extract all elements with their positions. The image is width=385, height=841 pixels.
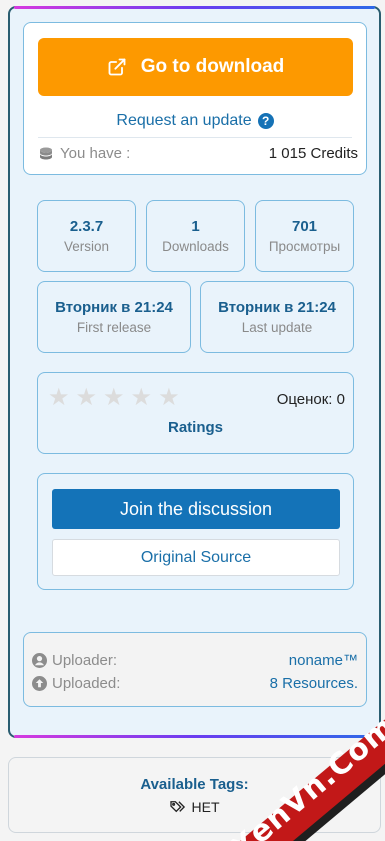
star-icon[interactable]: ★ — [131, 386, 153, 410]
uploader-card: Uploader: noname™ Uploaded: 8 Resources. — [23, 632, 367, 707]
uploaded-resources-link[interactable]: 8 Resources. — [270, 675, 358, 692]
uploader-row: Uploader: noname™ — [32, 652, 358, 669]
tags-icon — [169, 801, 185, 813]
divider — [38, 137, 352, 138]
stat-value: Вторник в 21:24 — [218, 299, 336, 316]
credits-label: You have : — [60, 145, 131, 162]
request-update-link[interactable]: Request an update ? — [24, 112, 366, 130]
uploaded-label: Uploaded: — [52, 675, 121, 692]
stat-label: Просмотры — [268, 239, 341, 254]
star-icon[interactable]: ★ — [158, 386, 180, 410]
stat-label: Downloads — [162, 239, 229, 254]
discussion-card: Join the discussion Original Source — [37, 473, 354, 590]
stat-last-update: Вторник в 21:24 Last update — [200, 281, 354, 353]
rating-count: Оценок: 0 — [276, 391, 345, 408]
stat-value: 1 — [191, 218, 200, 235]
credits-row: You have : 1 015 Credits — [38, 145, 358, 162]
ratings-link[interactable]: Ratings — [38, 419, 353, 436]
stat-value: 2.3.7 — [69, 218, 104, 235]
join-discussion-button[interactable]: Join the discussion — [52, 489, 340, 529]
star-icon[interactable]: ★ — [48, 386, 70, 410]
resource-panel: Go to download Request an update ? You h… — [8, 6, 381, 738]
coins-icon — [40, 147, 52, 159]
stat-label: Last update — [241, 320, 313, 335]
download-button[interactable]: Go to download — [38, 38, 353, 96]
stat-label: First release — [76, 320, 152, 335]
stat-value: Вторник в 21:24 — [55, 299, 173, 316]
uploader-link[interactable]: noname™ — [289, 652, 358, 669]
download-button-label: Go to download — [140, 56, 285, 77]
tag-label: НЕТ — [191, 799, 220, 815]
uploader-label: Uploader: — [52, 652, 118, 669]
request-update-label: Request an update — [116, 112, 252, 129]
upload-arrow-icon — [32, 676, 47, 691]
original-source-button[interactable]: Original Source — [52, 539, 340, 576]
external-link-icon — [108, 58, 126, 76]
stat-value: 701 — [291, 218, 318, 235]
stat-downloads: 1 Downloads — [146, 200, 245, 272]
star-icon[interactable]: ★ — [76, 386, 98, 410]
stat-version: 2.3.7 Version — [37, 200, 136, 272]
question-icon: ? — [257, 113, 274, 129]
stat-label: Version — [63, 239, 110, 254]
rating-stars[interactable]: ★ ★ ★ ★ ★ — [48, 386, 180, 410]
ratings-card: ★ ★ ★ ★ ★ Оценок: 0 Ratings — [37, 372, 354, 454]
user-icon — [32, 653, 47, 668]
credits-value: 1 015 Credits — [268, 145, 358, 162]
stat-first-release: Вторник в 21:24 First release — [37, 281, 191, 353]
uploaded-row: Uploaded: 8 Resources. — [32, 675, 358, 692]
star-icon[interactable]: ★ — [103, 386, 125, 410]
download-card: Go to download Request an update ? You h… — [23, 22, 367, 175]
stat-views: 701 Просмотры — [255, 200, 354, 272]
